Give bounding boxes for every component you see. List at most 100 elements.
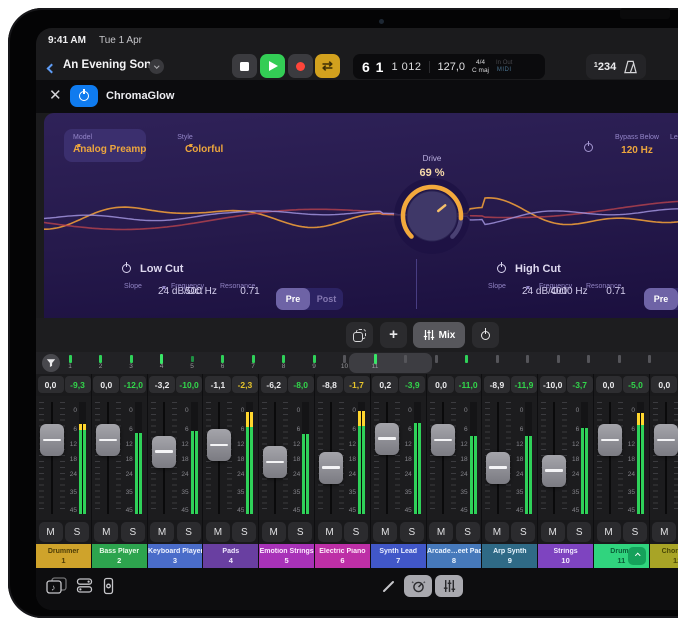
- volume-readout[interactable]: -1,1: [205, 376, 231, 393]
- volume-readout[interactable]: -3,2: [149, 376, 175, 393]
- fader-track[interactable]: [39, 402, 65, 514]
- track-banner[interactable]: Chorus V 12: [650, 544, 678, 568]
- play-button[interactable]: [260, 54, 285, 78]
- track-banner[interactable]: Drums 11: [594, 544, 649, 568]
- mute-button[interactable]: M: [652, 522, 676, 542]
- mute-button[interactable]: M: [318, 522, 342, 542]
- track-banner[interactable]: Arcade…eet Pad 8: [427, 544, 482, 568]
- mix-button[interactable]: Mix: [413, 322, 465, 348]
- volume-readout[interactable]: -8,8: [317, 376, 343, 393]
- mute-button[interactable]: M: [262, 522, 286, 542]
- solo-button[interactable]: S: [400, 522, 424, 542]
- volume-readout[interactable]: 0,0: [38, 376, 64, 393]
- high-cut-power-icon[interactable]: [497, 264, 506, 273]
- solo-button[interactable]: S: [623, 522, 647, 542]
- track-banner[interactable]: Strings 10: [538, 544, 593, 568]
- solo-button[interactable]: S: [567, 522, 591, 542]
- mute-button[interactable]: M: [597, 522, 621, 542]
- mixer-power-button[interactable]: [472, 322, 499, 348]
- fader-handle[interactable]: [375, 423, 399, 455]
- plugin-power-button[interactable]: [70, 85, 98, 107]
- mute-button[interactable]: M: [94, 522, 118, 542]
- solo-button[interactable]: S: [65, 522, 89, 542]
- pre-button[interactable]: Pre: [276, 288, 310, 310]
- add-track-button[interactable]: +: [380, 322, 407, 348]
- solo-button[interactable]: S: [121, 522, 145, 542]
- collapse-button[interactable]: [628, 547, 646, 565]
- song-title[interactable]: An Evening Song: [63, 59, 158, 71]
- bar-ruler[interactable]: 1234567891011: [36, 352, 678, 374]
- solo-button[interactable]: S: [177, 522, 201, 542]
- lcd-display[interactable]: 6 1 1 012 127,0 4/4 C maj In Out MIDI: [353, 54, 545, 79]
- fader-handle[interactable]: [319, 452, 343, 484]
- fader-track[interactable]: [653, 402, 678, 514]
- fader-handle[interactable]: [542, 455, 566, 487]
- close-icon[interactable]: ✕: [49, 86, 62, 104]
- count-in-metronome-group[interactable]: 1234: [586, 54, 646, 79]
- drive-knob[interactable]: [392, 176, 472, 256]
- mute-button[interactable]: M: [150, 522, 174, 542]
- mixer-view-button[interactable]: [435, 575, 463, 597]
- count-in-button[interactable]: 1234: [594, 60, 617, 73]
- volume-readout[interactable]: -6,2: [261, 376, 287, 393]
- fader-handle[interactable]: [207, 429, 231, 461]
- low-cut-power-icon[interactable]: [122, 264, 131, 273]
- track-banner[interactable]: Emotion Strings 5: [259, 544, 314, 568]
- volume-readout[interactable]: 0,0: [651, 376, 677, 393]
- metronome-icon[interactable]: [623, 60, 638, 74]
- back-chevron-icon[interactable]: [48, 59, 55, 77]
- mute-button[interactable]: M: [485, 522, 509, 542]
- edit-pencil-icon[interactable]: [381, 579, 396, 599]
- fader-handle[interactable]: [40, 424, 64, 456]
- fader-track[interactable]: [430, 402, 456, 514]
- solo-button[interactable]: S: [456, 522, 480, 542]
- solo-button[interactable]: S: [511, 522, 535, 542]
- solo-button[interactable]: S: [232, 522, 256, 542]
- level-value[interactable]: 0.0: [664, 145, 678, 156]
- bypass-below-value[interactable]: 120 Hz: [602, 145, 672, 156]
- loop-browser-button[interactable]: ♪: [46, 577, 67, 601]
- volume-readout[interactable]: 0,0: [596, 376, 622, 393]
- track-banner[interactable]: Electric Piano 6: [315, 544, 370, 568]
- model-select[interactable]: Model Analog Preamp: [64, 129, 146, 162]
- fader-handle[interactable]: [486, 452, 510, 484]
- track-banner[interactable]: Drummer 1: [36, 544, 91, 568]
- cycle-button[interactable]: ⇄: [315, 54, 340, 78]
- bypass-power-icon[interactable]: [584, 143, 593, 152]
- song-menu-button[interactable]: [149, 59, 164, 74]
- track-banner[interactable]: Synth Lead 7: [371, 544, 426, 568]
- volume-readout[interactable]: -10,0: [540, 376, 566, 393]
- record-button[interactable]: [288, 54, 313, 78]
- track-banner[interactable]: Keyboard Player 3: [148, 544, 203, 568]
- duplicate-button[interactable]: [346, 322, 373, 348]
- solo-button[interactable]: S: [288, 522, 312, 542]
- fader-handle[interactable]: [598, 424, 622, 456]
- mute-button[interactable]: M: [429, 522, 453, 542]
- faders-button[interactable]: [102, 577, 115, 600]
- mute-button[interactable]: M: [373, 522, 397, 542]
- pre-button[interactable]: Pre: [644, 288, 678, 310]
- plugins-button[interactable]: [76, 577, 93, 599]
- solo-button[interactable]: S: [344, 522, 368, 542]
- fader-handle[interactable]: [152, 436, 176, 468]
- volume-readout[interactable]: 0,2: [372, 376, 398, 393]
- stop-button[interactable]: [232, 54, 257, 78]
- fader-track[interactable]: [374, 402, 400, 514]
- high-cut-resonance[interactable]: Resonance0.71: [586, 283, 646, 297]
- fader-handle[interactable]: [654, 424, 678, 456]
- low-cut-resonance[interactable]: Resonance0.71: [220, 283, 280, 297]
- fader-track[interactable]: [95, 402, 121, 514]
- volume-readout[interactable]: 0,0: [428, 376, 454, 393]
- track-banner[interactable]: Pads 4: [203, 544, 258, 568]
- volume-readout[interactable]: -8,9: [484, 376, 510, 393]
- track-banner[interactable]: Arp Synth 9: [482, 544, 537, 568]
- post-button[interactable]: Post: [310, 294, 343, 304]
- volume-readout[interactable]: 0,0: [93, 376, 119, 393]
- mute-button[interactable]: M: [541, 522, 565, 542]
- track-banner[interactable]: Bass Player 2: [92, 544, 147, 568]
- fader-handle[interactable]: [431, 424, 455, 456]
- mute-button[interactable]: M: [206, 522, 230, 542]
- fader-track[interactable]: [597, 402, 623, 514]
- controls-view-button[interactable]: [404, 575, 432, 597]
- fader-handle[interactable]: [263, 446, 287, 478]
